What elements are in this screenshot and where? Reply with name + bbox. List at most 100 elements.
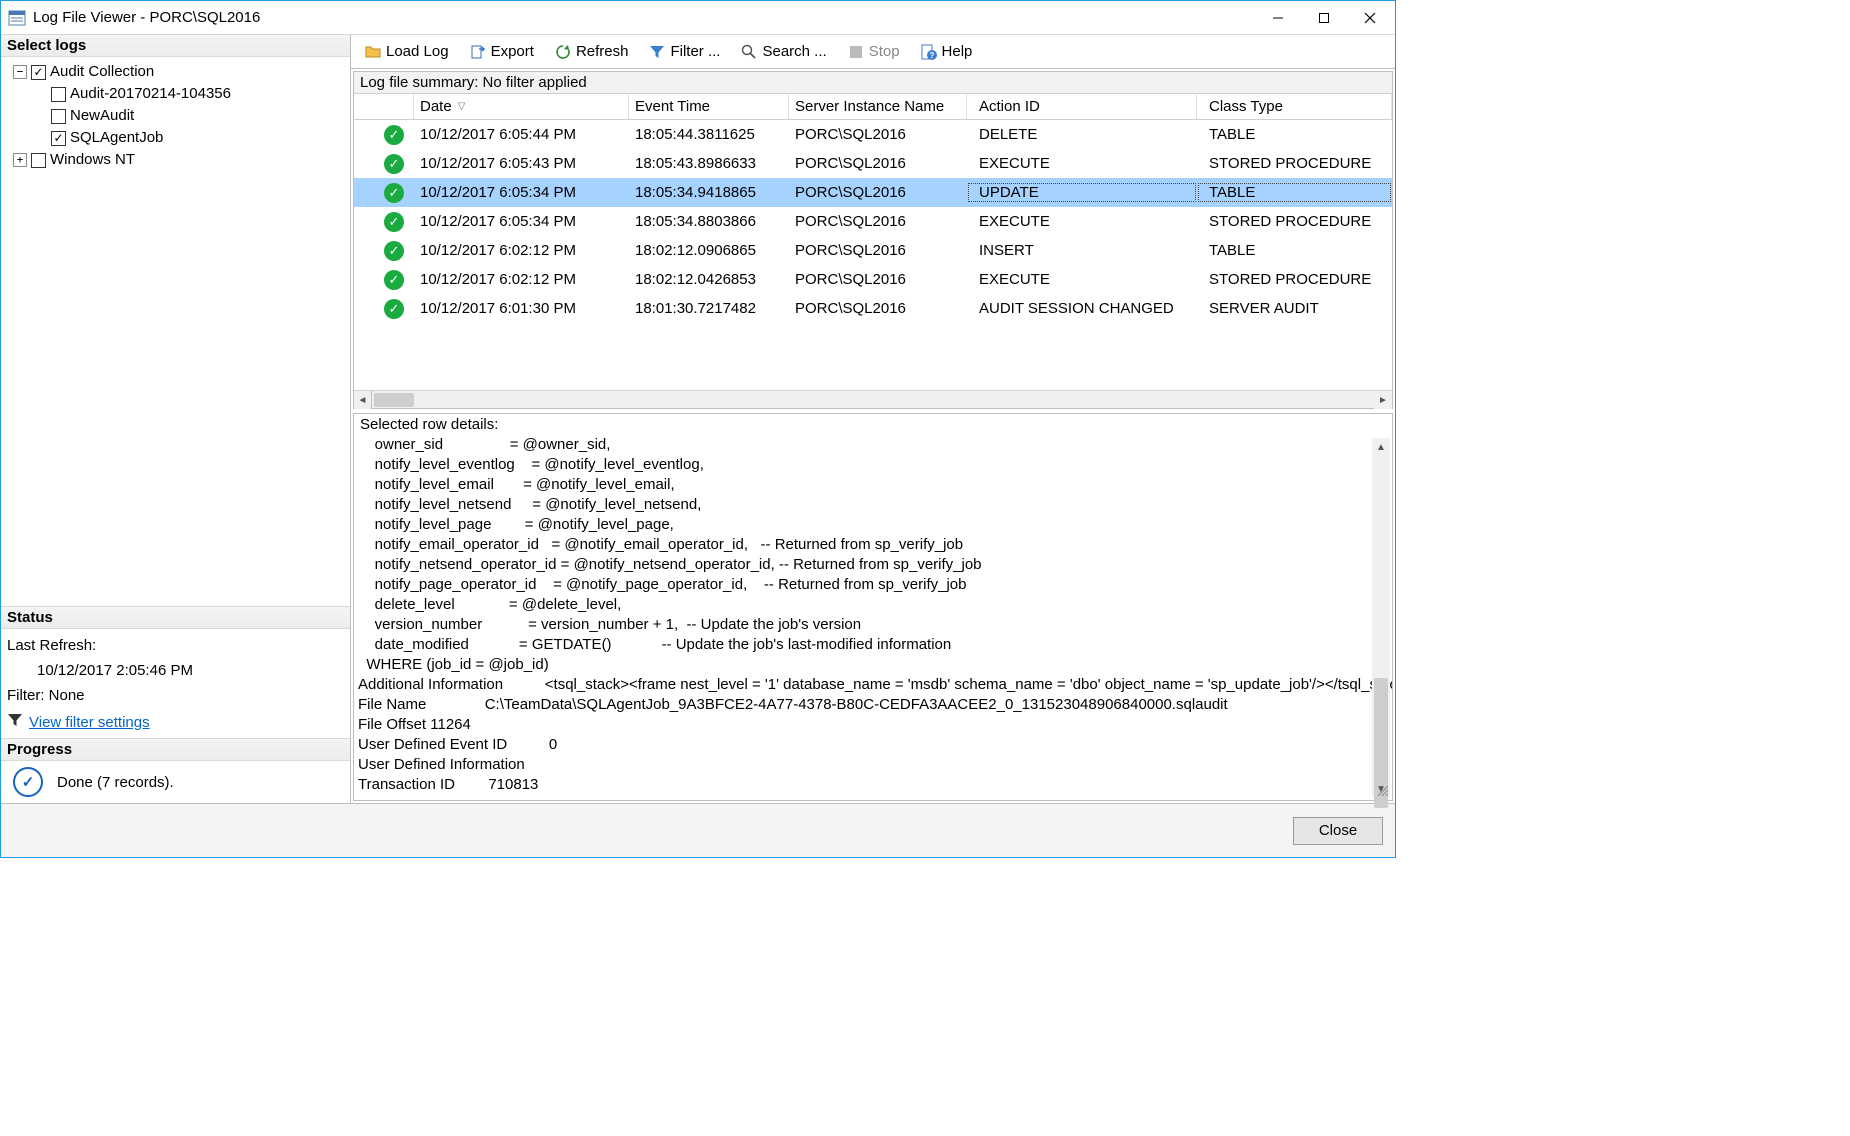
cell-date: 10/12/2017 6:02:12 PM (414, 269, 629, 290)
checkbox-newaudit[interactable] (51, 109, 66, 124)
cell-time: 18:05:34.9418865 (629, 182, 789, 203)
checkbox-windows-nt[interactable] (31, 153, 46, 168)
column-header-server[interactable]: Server Instance Name (789, 94, 967, 119)
export-icon (469, 43, 487, 61)
expand-icon[interactable]: + (13, 153, 27, 167)
details-body[interactable]: owner_sid = @owner_sid, notify_level_eve… (354, 435, 1392, 800)
log-file-viewer-window: Log File Viewer - PORC\SQL2016 Select lo… (0, 0, 1396, 858)
collapse-icon[interactable]: − (13, 65, 27, 79)
cell-time: 18:05:44.3811625 (629, 124, 789, 145)
cell-date: 10/12/2017 6:05:44 PM (414, 124, 629, 145)
refresh-button[interactable]: Refresh (547, 40, 636, 64)
tree-label: Audit Collection (50, 61, 154, 83)
cell-class: STORED PROCEDURE (1197, 211, 1392, 232)
tree-node-audit-collection[interactable]: − Audit Collection (7, 61, 348, 83)
close-button[interactable]: Close (1293, 817, 1383, 845)
done-icon: ✓ (13, 767, 43, 797)
scroll-right-icon[interactable]: ► (1374, 391, 1392, 409)
toolbar-label: Filter ... (670, 43, 720, 60)
grid-body: ✓10/12/2017 6:05:44 PM18:05:44.3811625PO… (354, 120, 1392, 390)
cell-time: 18:02:12.0426853 (629, 269, 789, 290)
scroll-up-icon[interactable]: ▲ (1372, 438, 1390, 456)
column-header-action[interactable]: Action ID (967, 94, 1197, 119)
table-row[interactable]: ✓10/12/2017 6:05:34 PM18:05:34.8803866PO… (354, 207, 1392, 236)
cell-date: 10/12/2017 6:02:12 PM (414, 240, 629, 261)
toolbar-label: Load Log (386, 43, 449, 60)
load-log-button[interactable]: Load Log (357, 40, 456, 64)
tree-node-audit-20170214[interactable]: Audit-20170214-104356 (7, 83, 348, 105)
table-row[interactable]: ✓10/12/2017 6:05:43 PM18:05:43.8986633PO… (354, 149, 1392, 178)
footer: Close (1, 803, 1395, 857)
cell-action: EXECUTE (967, 211, 1197, 232)
view-filter-settings-link[interactable]: View filter settings (29, 714, 150, 731)
cell-server: PORC\SQL2016 (789, 153, 967, 174)
column-header-date[interactable]: Date ▽ (414, 94, 629, 119)
left-panel: Select logs − Audit Collection Audit-201… (1, 35, 351, 803)
success-icon: ✓ (384, 183, 404, 203)
success-icon: ✓ (384, 125, 404, 145)
progress-text: Done (7 records). (57, 774, 174, 791)
column-header-event-time[interactable]: Event Time (629, 94, 789, 119)
column-header-class[interactable]: Class Type (1197, 94, 1392, 119)
logs-tree: − Audit Collection Audit-20170214-104356… (1, 57, 350, 175)
right-panel: Load Log Export Refresh (351, 35, 1395, 803)
tree-node-newaudit[interactable]: NewAudit (7, 105, 348, 127)
search-button[interactable]: Search ... (733, 40, 833, 64)
cell-class: TABLE (1197, 240, 1392, 261)
cell-server: PORC\SQL2016 (789, 240, 967, 261)
success-icon: ✓ (384, 270, 404, 290)
tree-label: SQLAgentJob (70, 127, 163, 149)
toolbar-label: Stop (869, 43, 900, 60)
checkbox-sqlagentjob[interactable] (51, 131, 66, 146)
table-row[interactable]: ✓10/12/2017 6:05:34 PM18:05:34.9418865PO… (354, 178, 1392, 207)
cell-action: AUDIT SESSION CHANGED (967, 298, 1197, 319)
tree-node-windows-nt[interactable]: + Windows NT (7, 149, 348, 171)
cell-time: 18:05:34.8803866 (629, 211, 789, 232)
cell-time: 18:01:30.7217482 (629, 298, 789, 319)
filter-icon (648, 43, 666, 61)
help-icon: ? (920, 43, 938, 61)
tree-label: Audit-20170214-104356 (70, 83, 231, 105)
tree-node-sqlagentjob[interactable]: SQLAgentJob (7, 127, 348, 149)
table-row[interactable]: ✓10/12/2017 6:02:12 PM18:02:12.0426853PO… (354, 265, 1392, 294)
checkbox-audit-20170214[interactable] (51, 87, 66, 102)
help-button[interactable]: ? Help (913, 40, 980, 64)
table-row[interactable]: ✓ 10/12/2017 6:02:12 PM18:02:12.0906865PO… (354, 236, 1392, 265)
table-row[interactable]: ✓ 10/12/2017 6:05:44 PM18:05:44.3811625PO… (354, 120, 1392, 149)
cell-time: 18:05:43.8986633 (629, 153, 789, 174)
cell-action: DELETE (967, 124, 1197, 145)
stop-icon (847, 43, 865, 61)
progress-header: Progress (1, 739, 350, 761)
cell-date: 10/12/2017 6:05:43 PM (414, 153, 629, 174)
cell-server: PORC\SQL2016 (789, 124, 967, 145)
close-window-button[interactable] (1347, 2, 1393, 34)
checkbox-audit-collection[interactable] (31, 65, 46, 80)
toolbar-label: Refresh (576, 43, 629, 60)
cell-server: PORC\SQL2016 (789, 182, 967, 203)
filter-button[interactable]: Filter ... (641, 40, 727, 64)
resize-grip-icon[interactable] (1376, 784, 1390, 798)
cell-class: STORED PROCEDURE (1197, 153, 1392, 174)
last-refresh-label: Last Refresh: (7, 637, 344, 654)
success-icon: ✓ (384, 241, 404, 261)
folder-icon (364, 43, 382, 61)
svg-text:?: ? (929, 51, 934, 60)
scroll-left-icon[interactable]: ◄ (354, 391, 372, 409)
cell-time: 18:02:12.0906865 (629, 240, 789, 261)
vertical-scrollbar[interactable]: ▲ ▼ (1372, 438, 1390, 798)
scroll-thumb[interactable] (374, 393, 414, 407)
cell-action: INSERT (967, 240, 1197, 261)
toolbar: Load Log Export Refresh (351, 35, 1395, 69)
cell-date: 10/12/2017 6:05:34 PM (414, 211, 629, 232)
grid-header-row: Date ▽ Event Time Server Instance Name A… (354, 94, 1392, 120)
minimize-button[interactable] (1255, 2, 1301, 34)
maximize-button[interactable] (1301, 2, 1347, 34)
tree-label: NewAudit (70, 105, 134, 127)
grid-summary: Log file summary: No filter applied (354, 72, 1392, 94)
export-button[interactable]: Export (462, 40, 541, 64)
stop-button: Stop (840, 40, 907, 64)
status-header: Status (1, 607, 350, 629)
horizontal-scrollbar[interactable]: ◄ ► (354, 390, 1392, 408)
cell-action: UPDATE (967, 182, 1197, 203)
table-row[interactable]: ✓10/12/2017 6:01:30 PM18:01:30.7217482PO… (354, 294, 1392, 323)
